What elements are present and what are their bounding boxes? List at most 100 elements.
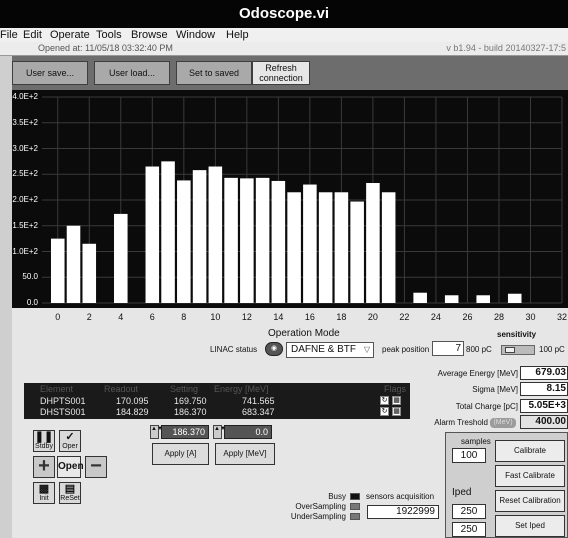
reset-label: ReSet [60, 495, 80, 502]
init-button[interactable]: ▩ Init [33, 482, 55, 504]
iped-input-2[interactable]: 250 [452, 522, 486, 537]
row-energy: 741.565 [242, 396, 275, 406]
refresh-icon[interactable]: ↻ [380, 396, 389, 405]
setting-mev-stepper-arrows[interactable]: ▲▼ [213, 425, 226, 439]
set-iped-button[interactable]: Set Iped [495, 515, 565, 537]
increase-button[interactable]: + [33, 456, 55, 478]
flag-grid-icon[interactable]: ▦ [392, 407, 401, 416]
chart-x-tick-label: 12 [241, 312, 252, 322]
col-header-element: Element [40, 384, 74, 394]
refresh-label-line1: Refresh [265, 63, 297, 73]
user-save-button[interactable]: User save... [12, 61, 88, 85]
menu-help[interactable]: Help [226, 28, 249, 42]
samples-input[interactable]: 100 [452, 448, 486, 463]
chart-bar [240, 178, 254, 303]
info-bar: Opened at: 11/05/18 03:32:40 PM v b1.94 … [0, 42, 568, 56]
sensitivity-slider-thumb[interactable] [505, 347, 515, 353]
chart-y-tick-label: 1.5E+2 [12, 220, 38, 230]
chart-bar [507, 293, 522, 303]
check-icon: ✓ [65, 431, 75, 443]
chart-y-tick-label: 3.5E+2 [12, 117, 38, 127]
stdby-label: Stdby [35, 443, 53, 450]
chart-bar [224, 177, 238, 303]
table-row[interactable]: DHSTS001 184.829 186.370 683.347 ↻ ▦ [24, 407, 410, 417]
peak-position-input[interactable]: 7 [432, 341, 464, 356]
chart-x-tick-label: 28 [493, 312, 504, 322]
sensors-acquisition-label: sensors acquisition [366, 492, 435, 501]
chart-y-tick-label: 3.0E+2 [12, 143, 38, 153]
window-title: Odoscope.vi [0, 0, 568, 28]
row-energy: 683.347 [242, 407, 275, 417]
linac-status-value: DAFNE & BTF [291, 344, 357, 355]
pc800-label: 800 pC [466, 345, 492, 354]
chart-bar [145, 166, 160, 303]
chart-y-tick-label: 1.0E+2 [12, 246, 38, 256]
chart-x-tick-label: 14 [273, 312, 284, 322]
linac-status-select[interactable]: DAFNE & BTF ▽ [286, 342, 374, 358]
row-readout: 170.095 [116, 396, 149, 406]
refresh-connection-button[interactable]: Refresh connection [252, 61, 310, 85]
menu-tools[interactable]: Tools [96, 28, 122, 42]
chart-x-tick-label: 6 [149, 312, 155, 322]
opened-at-text: Opened at: 11/05/18 03:32:40 PM [38, 43, 173, 53]
menu-browse[interactable]: Browse [131, 28, 168, 42]
peak-position-label: peak position [382, 345, 430, 354]
iped-input-1[interactable]: 250 [452, 504, 486, 519]
oper-button[interactable]: ✓ Oper [59, 430, 81, 452]
menu-file[interactable]: File [0, 28, 18, 42]
chart-x-tick-label: 24 [430, 312, 441, 322]
setting-mev-input[interactable]: 0.0 [224, 425, 272, 439]
init-label: Init [39, 495, 49, 502]
chart-bar [381, 192, 396, 303]
chart-x-tick-label: 8 [181, 312, 187, 322]
calibrate-button[interactable]: Calibrate [495, 440, 565, 462]
chart-x-tick-label: 18 [336, 312, 347, 322]
element-table: Element Readout Setting Energy [MeV] Fla… [24, 383, 410, 419]
avg-energy-value: 679.03 [520, 366, 568, 380]
open-button[interactable]: Open [57, 456, 84, 478]
chart-y-tick-label: 50.0 [22, 272, 38, 282]
fast-calibrate-button[interactable]: Fast Calibrate [495, 465, 565, 487]
set-to-saved-button[interactable]: Set to saved [176, 61, 252, 85]
menu-edit[interactable]: Edit [23, 28, 42, 42]
menu-operate[interactable]: Operate [50, 28, 90, 42]
row-readout: 184.829 [116, 407, 149, 417]
flag-grid-icon[interactable]: ▦ [392, 396, 401, 405]
stdby-button[interactable]: ❚❚ Stdby [33, 430, 55, 452]
iped-label: Iped [452, 487, 472, 498]
version-text: v b1.94 - build 20140327-17:5 [446, 43, 566, 53]
chart-x-tick-label: 4 [118, 312, 124, 322]
checkered-flag-icon: ▩ [38, 483, 50, 495]
row-element: DHSTS001 [40, 407, 86, 417]
chart-bar [255, 177, 270, 303]
chart-bar [413, 292, 427, 303]
chart-x-tick-label: 30 [525, 312, 536, 322]
chart-y-tick-label: 2.0E+2 [12, 195, 38, 204]
menu-window[interactable]: Window [176, 28, 215, 42]
chart-y-tick-label: 4.0E+2 [12, 92, 38, 101]
decrease-button[interactable]: − [85, 456, 107, 478]
linac-status-knob[interactable]: ◉ [265, 342, 283, 356]
apply-mev-button[interactable]: Apply [MeV] [215, 443, 275, 465]
chart-bar [303, 184, 317, 303]
col-header-setting: Setting [170, 384, 199, 394]
alarm-threshold-input[interactable]: 400.00 [520, 415, 568, 429]
chart-y-tick-label: 0.0 [26, 298, 38, 307]
chart-bar [177, 180, 191, 303]
total-charge-label: Total Charge [pC] [455, 402, 518, 411]
user-load-button[interactable]: User load... [94, 61, 170, 85]
setting-a-input[interactable]: 186.370 [161, 425, 209, 439]
table-row[interactable]: DHPTS001 170.095 169.750 741.565 ↻ ▦ [24, 396, 410, 406]
chart-plot-area [42, 96, 563, 304]
refresh-icon[interactable]: ↻ [380, 407, 389, 416]
setting-a-stepper-arrows[interactable]: ▲▼ [150, 425, 163, 439]
apply-a-button[interactable]: Apply [A] [152, 443, 209, 465]
chart-bar [82, 243, 97, 303]
menu-bar: File Edit Operate Tools Browse Window He… [0, 28, 568, 42]
sensitivity-slider[interactable] [501, 345, 535, 355]
row-setting: 169.750 [174, 396, 207, 406]
reset-calibration-button[interactable]: Reset Calibration [495, 490, 565, 512]
oper-label: Oper [62, 443, 78, 450]
reset-button[interactable]: ▤ ReSet [59, 482, 81, 504]
chevron-down-icon: ▽ [363, 345, 370, 354]
